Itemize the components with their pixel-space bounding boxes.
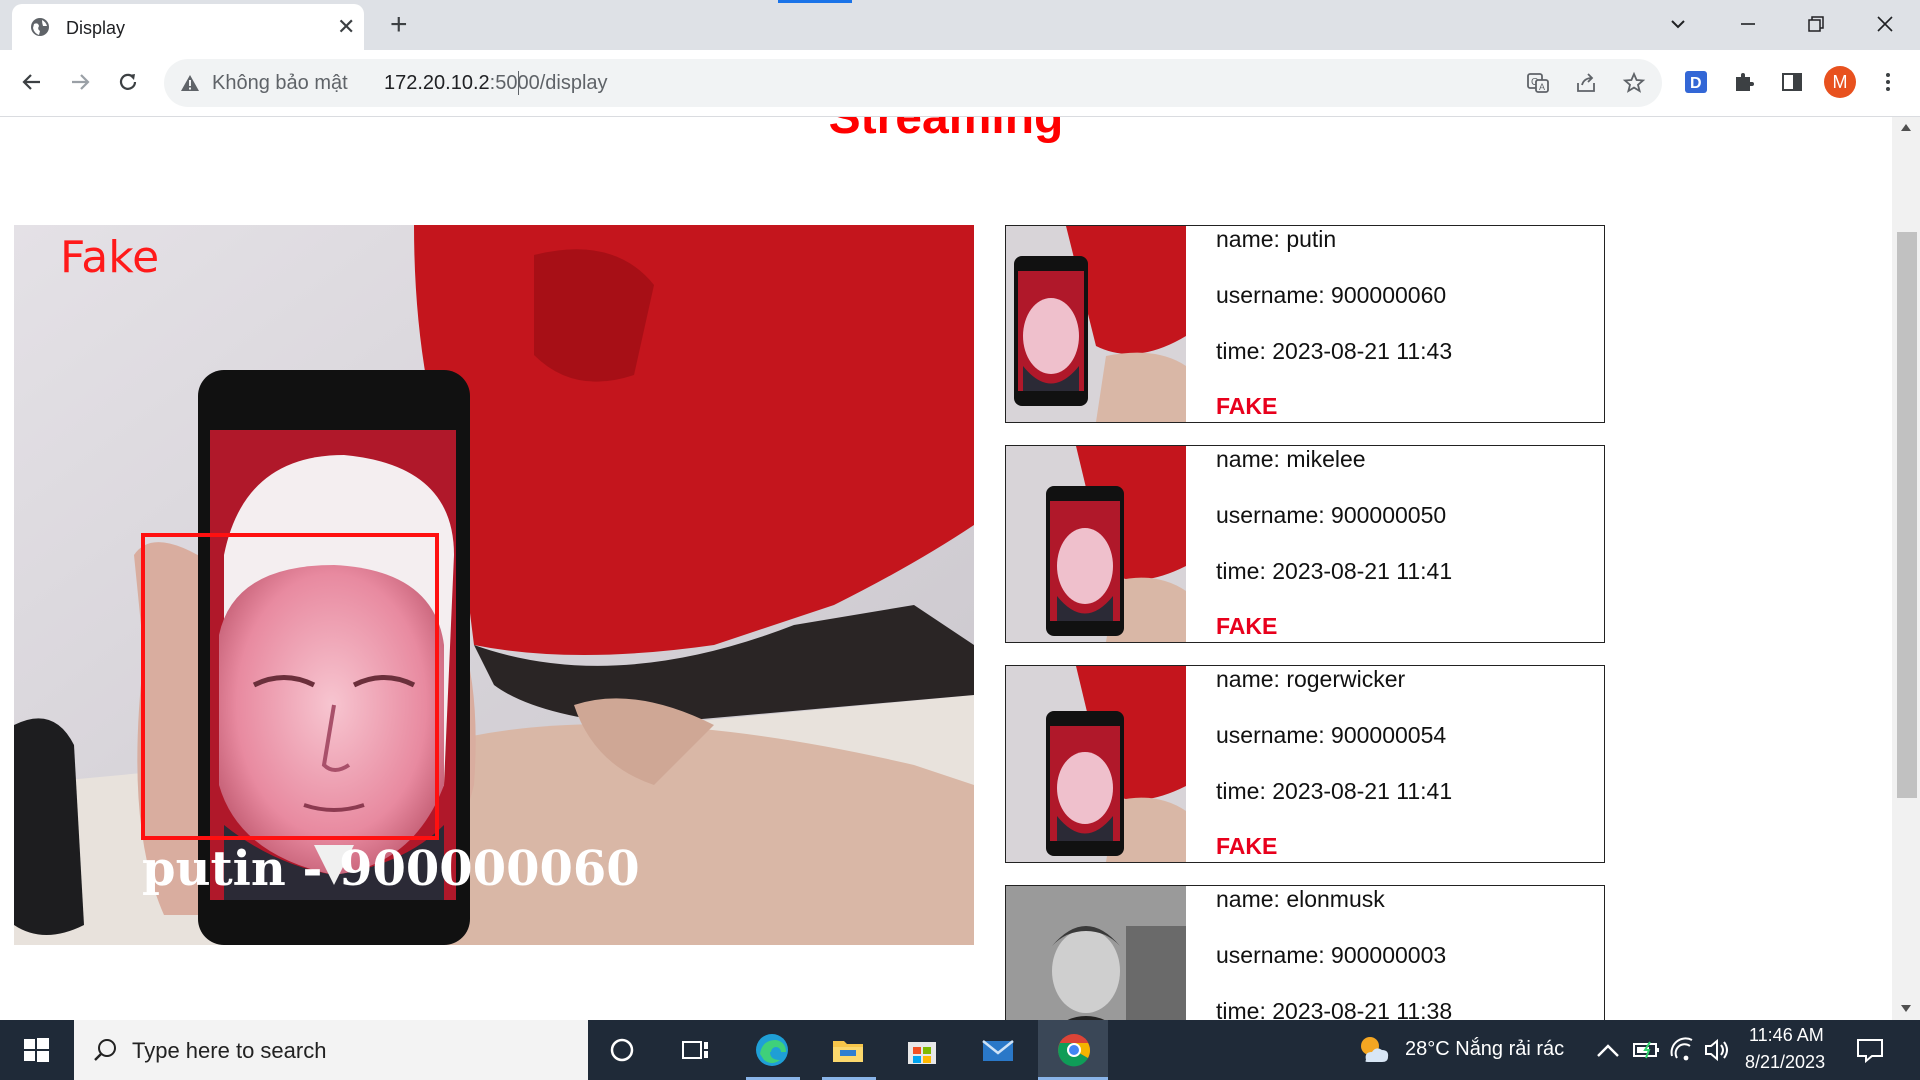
detection-card: name: putin username: 900000060 time: 20… <box>1005 225 1605 423</box>
card-status: FAKE <box>1216 833 1278 859</box>
task-view-icon[interactable] <box>676 1030 716 1070</box>
svg-text:A: A <box>1539 82 1545 92</box>
card-thumbnail <box>1006 886 1186 1020</box>
menu-dots-icon[interactable] <box>1876 70 1900 94</box>
address-bar[interactable]: Không bảo mật 172.20.10.2:5000/display G… <box>164 59 1662 107</box>
sidepanel-icon[interactable] <box>1780 70 1804 94</box>
notification-icon[interactable] <box>1850 1030 1890 1070</box>
card-thumbnail <box>1006 226 1186 422</box>
weather-text[interactable]: 28°C Nắng rải rác <box>1405 1038 1564 1061</box>
card-time: time: 2023-08-21 11:38 <box>1216 998 1453 1020</box>
url-host: 172.20.10.2 <box>384 72 490 94</box>
file-explorer-icon[interactable] <box>828 1030 868 1070</box>
card-time: time: 2023-08-21 11:41 <box>1216 778 1453 804</box>
weather-icon[interactable] <box>1354 1030 1394 1070</box>
scroll-down-icon[interactable] <box>1900 1004 1912 1014</box>
page-title: Streaming <box>828 117 1064 144</box>
card-username: username: 900000060 <box>1216 282 1447 308</box>
browser-toolbar: Không bảo mật 172.20.10.2:5000/display G… <box>0 50 1920 117</box>
taskbar-search[interactable]: Type here to search <box>74 1020 588 1080</box>
puzzle-icon[interactable] <box>1732 70 1756 94</box>
card-username: username: 900000054 <box>1216 722 1447 748</box>
detection-card: name: mikelee username: 900000050 time: … <box>1005 445 1605 643</box>
back-arrow-icon <box>22 74 40 90</box>
windows-start-icon[interactable] <box>16 1030 56 1070</box>
card-name: name: rogerwicker <box>1216 666 1406 692</box>
chevron-up-icon[interactable] <box>1588 1032 1628 1072</box>
card-status: FAKE <box>1216 393 1278 419</box>
chrome-icon[interactable] <box>1054 1030 1094 1070</box>
tab-search-chevron-icon[interactable] <box>1668 14 1688 34</box>
url-text[interactable]: 172.20.10.2:5000/display <box>384 72 608 95</box>
card-thumbnail <box>1006 666 1186 862</box>
extension-d-icon[interactable]: D <box>1684 70 1708 94</box>
taskbar: Type here to search 28°C Nắng rải rác 11… <box>0 1020 1920 1080</box>
search-placeholder: Type here to search <box>132 1038 327 1063</box>
scroll-up-icon[interactable] <box>1900 122 1912 132</box>
cortana-icon[interactable] <box>602 1030 642 1070</box>
store-icon[interactable] <box>902 1030 942 1070</box>
share-icon[interactable] <box>1574 71 1598 95</box>
tab-loading-accent <box>778 0 852 3</box>
mail-icon[interactable] <box>978 1030 1018 1070</box>
reload-icon <box>119 73 137 90</box>
close-icon[interactable]: ✕ <box>337 14 355 40</box>
restore-icon[interactable] <box>1806 14 1826 34</box>
card-name: name: elonmusk <box>1216 886 1385 912</box>
card-time: time: 2023-08-21 11:41 <box>1216 558 1453 584</box>
card-name: name: mikelee <box>1216 446 1366 472</box>
stream-frame-image: Fake putin - 900000060 <box>14 225 974 945</box>
card-username: username: 900000050 <box>1216 502 1447 528</box>
url-path: :5000/display <box>489 72 608 94</box>
minimize-icon[interactable] <box>1738 14 1758 34</box>
detection-card: name: elonmusk username: 900000003 time:… <box>1005 885 1605 1020</box>
edge-icon[interactable] <box>752 1030 792 1070</box>
detection-card: name: rogerwicker username: 900000054 ti… <box>1005 665 1605 863</box>
page-viewport: Streaming Fake putin - 900000060 name: p… <box>0 117 1892 1020</box>
back-button[interactable] <box>14 64 50 100</box>
clock-date[interactable]: 8/21/2023 <box>1745 1052 1825 1073</box>
warning-icon[interactable] <box>180 73 200 93</box>
security-label[interactable]: Không bảo mật <box>212 72 348 95</box>
clock-time[interactable]: 11:46 AM <box>1749 1025 1824 1046</box>
scrollbar-thumb[interactable] <box>1897 232 1917 798</box>
tab-title: Display <box>66 18 126 38</box>
volume-icon[interactable] <box>1698 1030 1738 1070</box>
window-close-icon[interactable] <box>1875 14 1895 34</box>
forward-arrow-icon <box>72 74 90 90</box>
search-icon <box>94 1039 116 1061</box>
globe-icon <box>31 18 49 36</box>
video-stream: Fake putin - 900000060 <box>14 225 974 945</box>
tab-display[interactable]: Display ✕ <box>12 4 364 50</box>
plus-icon[interactable]: + <box>390 8 408 42</box>
svg-text:D: D <box>1690 75 1702 92</box>
forward-button[interactable] <box>62 64 98 100</box>
reload-button[interactable] <box>110 64 146 100</box>
card-time: time: 2023-08-21 11:43 <box>1216 338 1453 364</box>
card-status: FAKE <box>1216 613 1278 639</box>
star-icon[interactable] <box>1622 71 1646 95</box>
avatar[interactable]: M <box>1824 66 1856 98</box>
card-name: name: putin <box>1216 226 1337 252</box>
tab-strip: Display ✕ + <box>0 0 1920 50</box>
battery-icon[interactable] <box>1628 1030 1668 1070</box>
card-username: username: 900000003 <box>1216 942 1447 968</box>
stream-overlay-label: Fake <box>60 232 159 283</box>
stream-overlay-caption: putin - 900000060 <box>142 841 640 897</box>
card-thumbnail <box>1006 446 1186 642</box>
translate-icon[interactable]: GA <box>1526 71 1550 95</box>
